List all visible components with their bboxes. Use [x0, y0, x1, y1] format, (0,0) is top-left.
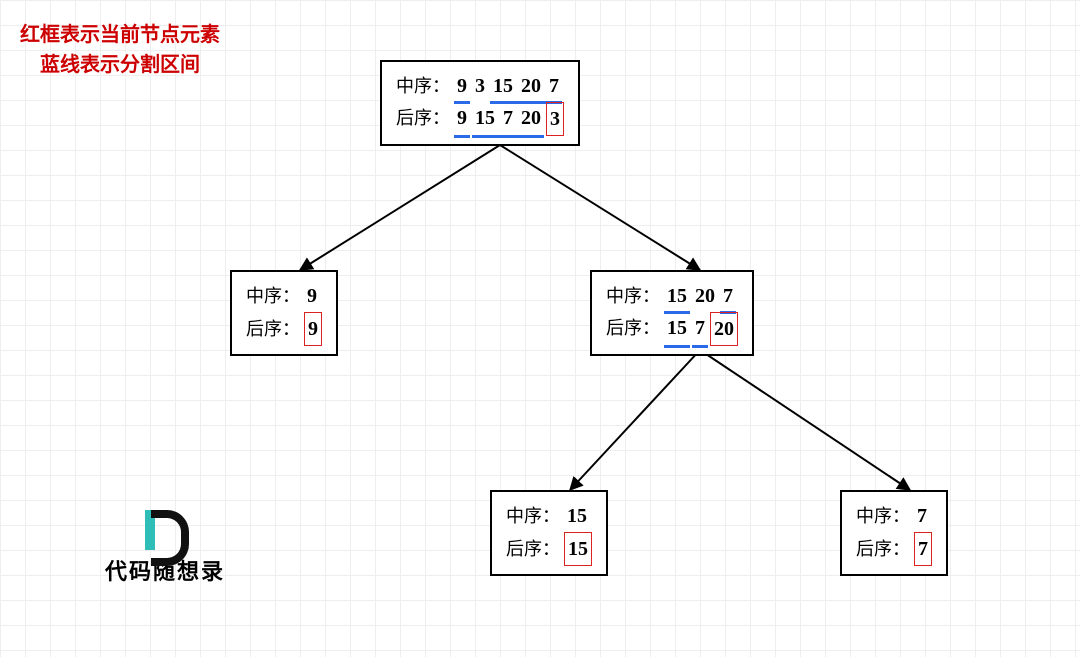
- legend-line-1: 红框表示当前节点元素: [20, 20, 220, 50]
- inorder-label: 中序：: [856, 502, 910, 531]
- root-postorder-seq: 9157203: [454, 102, 564, 136]
- node-root: 中序： 9315207 后序： 9157203: [380, 60, 580, 146]
- node-20-inorder-seq: 15207: [664, 280, 736, 312]
- root-postorder-row: 后序： 9157203: [396, 102, 564, 136]
- node-7: 中序： 7 后序： 7: [840, 490, 948, 576]
- inorder-label: 中序：: [606, 282, 660, 311]
- logo-icon: [145, 510, 185, 550]
- postorder-label: 后序：: [606, 314, 660, 343]
- node-9: 中序： 9 后序： 9: [230, 270, 338, 356]
- postorder-label: 后序：: [246, 315, 300, 344]
- node-20-postorder-seq: 15720: [664, 312, 738, 346]
- node-7-inorder-seq: 7: [914, 500, 930, 532]
- node-15-inorder-seq: 15: [564, 500, 590, 532]
- postorder-label: 后序：: [396, 104, 450, 133]
- inorder-label: 中序：: [396, 72, 450, 101]
- root-inorder-seq: 9315207: [454, 70, 562, 102]
- inorder-label: 中序：: [506, 502, 560, 531]
- node-20: 中序： 15207 后序： 15720: [590, 270, 754, 356]
- postorder-label: 后序：: [856, 535, 910, 564]
- node-9-inorder-seq: 9: [304, 280, 320, 312]
- legend-line-2: 蓝线表示分割区间: [20, 50, 220, 80]
- root-inorder-row: 中序： 9315207: [396, 70, 564, 102]
- node-15-postorder-seq: 15: [564, 532, 592, 566]
- node-9-postorder-seq: 9: [304, 312, 322, 346]
- legend: 红框表示当前节点元素 蓝线表示分割区间: [20, 20, 220, 80]
- inorder-label: 中序：: [246, 282, 300, 311]
- watermark: 代码随想录: [105, 510, 225, 586]
- postorder-label: 后序：: [506, 535, 560, 564]
- node-7-postorder-seq: 7: [914, 532, 932, 566]
- node-15: 中序： 15 后序： 15: [490, 490, 608, 576]
